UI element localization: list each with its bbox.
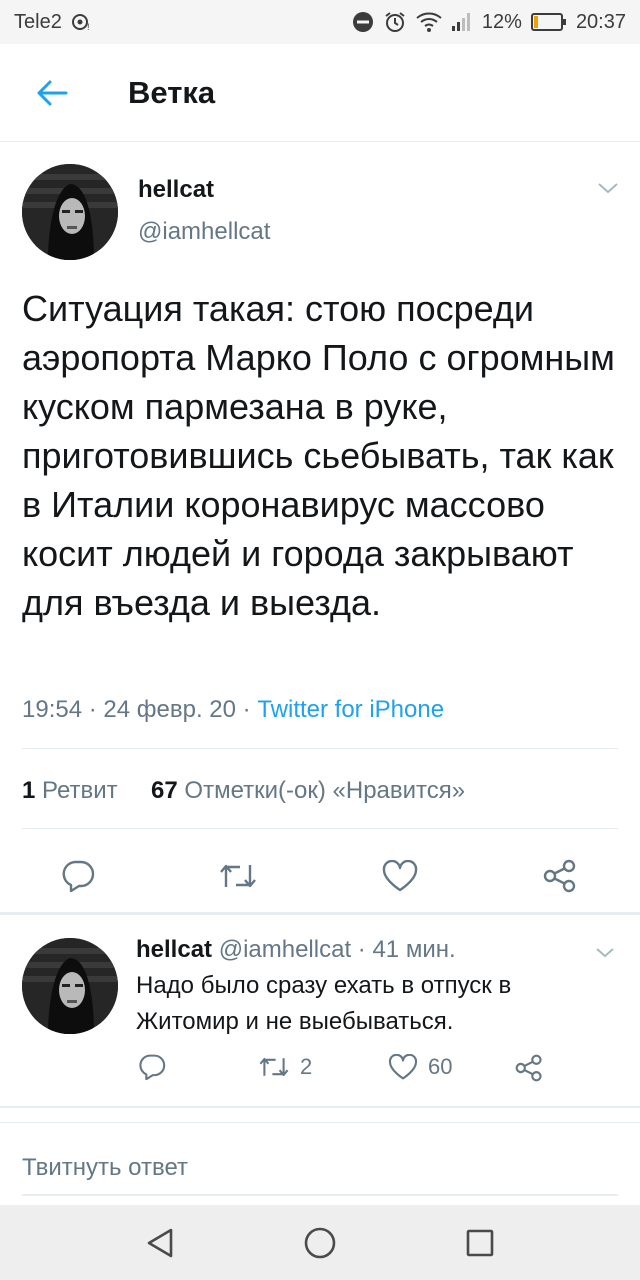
chevron-down-icon: [596, 180, 620, 196]
reply-author-handle[interactable]: @iamhellcat: [219, 936, 351, 963]
reply-time: · 41 мин.: [351, 936, 456, 963]
app-header: Ветка: [0, 44, 640, 142]
thread-screen: Tele2 ! 12% 20:37 Ветка hellcat @iamhell…: [0, 0, 640, 1280]
avatar[interactable]: [22, 938, 118, 1034]
chevron-down-icon: [594, 946, 616, 960]
reply-actions: 2 60: [136, 1054, 616, 1090]
reply-retweet-button[interactable]: 2: [258, 1054, 312, 1080]
likes-label: Отметки(-ок) «Нравится»: [184, 777, 466, 804]
heart-icon: [388, 1054, 418, 1080]
likes-stat[interactable]: 67 Отметки(-ок) «Нравится»: [151, 777, 465, 804]
section-separator: [0, 1106, 640, 1108]
share-icon: [542, 859, 578, 893]
reply-menu-button[interactable]: [594, 946, 616, 960]
carrier-label: Tele2: [14, 10, 62, 33]
back-button[interactable]: [22, 63, 82, 123]
divider: [22, 748, 618, 749]
reply-reply-button[interactable]: [138, 1054, 166, 1080]
author-handle[interactable]: @iamhellcat: [138, 218, 270, 246]
nav-home-button[interactable]: [290, 1213, 350, 1273]
retweet-button[interactable]: [216, 854, 260, 898]
reply-input[interactable]: Твитнуть ответ: [22, 1154, 618, 1182]
system-nav-bar: [0, 1205, 640, 1280]
share-icon: [514, 1054, 544, 1082]
tweet-source-link[interactable]: Twitter for iPhone: [257, 696, 444, 723]
retweet-icon: [258, 1055, 290, 1079]
tweet-text: Ситуация такая: стою посреди аэропорта М…: [22, 288, 615, 623]
battery-icon: [530, 13, 567, 31]
do-not-disturb-icon: [352, 11, 374, 33]
status-bar: Tele2 ! 12% 20:37: [0, 0, 640, 44]
avatar[interactable]: [22, 164, 118, 260]
share-button[interactable]: [538, 854, 582, 898]
retweets-label: Ретвит: [42, 777, 118, 804]
reply-share-button[interactable]: [514, 1054, 544, 1082]
heart-icon: [382, 860, 418, 892]
like-button[interactable]: [378, 854, 422, 898]
tweet-meta: 19:54 · 24 февр. 20 · Twitter for iPhone: [22, 696, 444, 724]
retweet-icon: [218, 861, 258, 891]
section-separator: [0, 1122, 640, 1123]
triangle-back-icon: [145, 1227, 175, 1259]
reply-header: hellcat @iamhellcat · 41 мин.: [136, 936, 456, 964]
tweet-stats: 1 Ретвит 67 Отметки(-ок) «Нравится»: [22, 777, 465, 805]
retweet-count: 2: [300, 1054, 313, 1079]
wifi-icon: [416, 12, 442, 32]
section-separator: [0, 912, 640, 915]
signal-icon: [451, 12, 473, 32]
likes-count: 67: [151, 777, 178, 804]
retweets-count: 1: [22, 777, 36, 804]
reply-text: Надо было сразу ехать в отпуск в Житомир…: [136, 972, 512, 1035]
reply-composer[interactable]: Твитнуть ответ: [22, 1140, 618, 1196]
battery-percent: 12%: [481, 10, 522, 33]
nav-recents-button[interactable]: [450, 1213, 510, 1273]
author-name[interactable]: hellcat: [138, 176, 214, 204]
svg-text:!: !: [87, 22, 90, 31]
reply-icon: [61, 860, 95, 892]
reply-button[interactable]: [56, 854, 100, 898]
square-recents-icon: [465, 1228, 495, 1258]
nav-back-button[interactable]: [130, 1213, 190, 1273]
reply-tweet[interactable]: hellcat @iamhellcat · 41 мин. Надо было …: [0, 916, 640, 1106]
page-title: Ветка: [128, 74, 216, 110]
divider: [22, 828, 618, 829]
retweets-stat[interactable]: 1 Ретвит: [22, 777, 118, 804]
tweet-menu-button[interactable]: [596, 180, 620, 196]
eye-icon: !: [70, 13, 92, 31]
like-count: 60: [428, 1054, 453, 1079]
reply-author-name[interactable]: hellcat: [136, 936, 212, 963]
clock: 20:37: [575, 10, 626, 33]
tweet-timestamp: 19:54 · 24 февр. 20 ·: [22, 696, 258, 723]
reply-icon: [138, 1054, 166, 1080]
alarm-icon: [383, 11, 407, 33]
arrow-left-icon: [36, 79, 68, 107]
tweet-actions: [0, 842, 640, 912]
circle-home-icon: [303, 1226, 337, 1260]
reply-like-button[interactable]: 60: [388, 1054, 452, 1080]
